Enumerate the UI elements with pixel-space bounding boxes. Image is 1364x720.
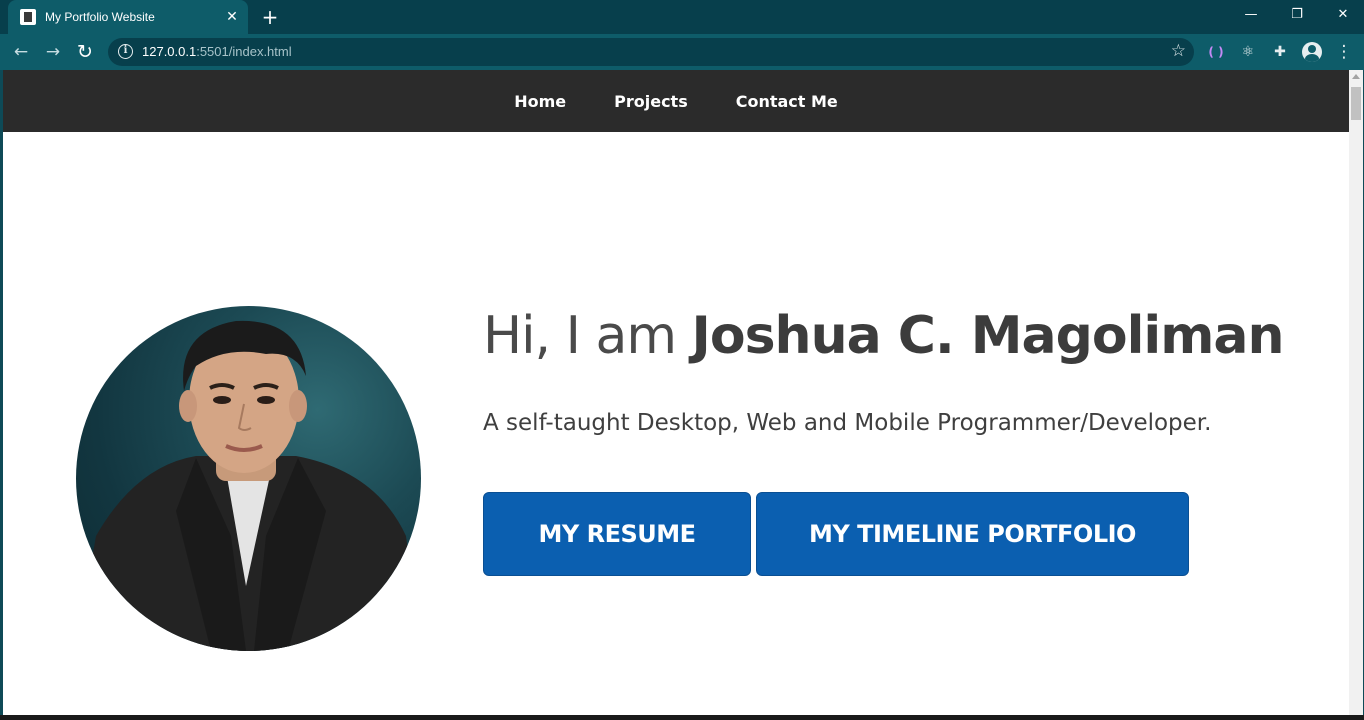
- resume-button[interactable]: MY RESUME: [483, 492, 751, 576]
- forward-icon[interactable]: →: [40, 39, 66, 65]
- browser-tab[interactable]: My Portfolio Website ✕: [8, 0, 248, 34]
- tab-title: My Portfolio Website: [45, 10, 155, 24]
- browser-menu-icon[interactable]: ⋮: [1332, 40, 1356, 64]
- nav-link-home[interactable]: Home: [514, 92, 566, 111]
- profile-photo: [76, 306, 421, 651]
- site-navbar: Home Projects Contact Me: [3, 70, 1349, 132]
- url-text[interactable]: 127.0.0.1:5501/index.html: [142, 44, 292, 59]
- scroll-up-icon[interactable]: [1352, 74, 1360, 79]
- url-host: 127.0.0.1: [142, 44, 197, 59]
- site-info-icon[interactable]: i: [118, 44, 133, 59]
- window-bottom-border: [0, 715, 1364, 720]
- hero-name: Joshua C. Magoliman: [691, 306, 1285, 366]
- nav-link-projects[interactable]: Projects: [614, 92, 688, 111]
- profile-avatar-icon[interactable]: [1302, 42, 1322, 62]
- profile-photo-illustration: [76, 320, 421, 651]
- hero-greeting: Hi, I am: [483, 306, 692, 366]
- hero-title: Hi, I am Joshua C. Magoliman: [483, 306, 1285, 366]
- react-devtools-icon[interactable]: ⚛: [1236, 40, 1260, 64]
- url-path: :5501/index.html: [196, 44, 292, 59]
- bookmark-star-icon[interactable]: ☆: [1171, 41, 1186, 61]
- tab-close-icon[interactable]: ✕: [224, 9, 240, 25]
- browser-toolbar: ← → ↻ i 127.0.0.1:5501/index.html ☆ ( ) …: [0, 34, 1364, 70]
- extensions-puzzle-icon[interactable]: ✚: [1268, 40, 1292, 64]
- nav-link-contact[interactable]: Contact Me: [736, 92, 838, 111]
- hero-tagline: A self-taught Desktop, Web and Mobile Pr…: [483, 410, 1212, 436]
- page-favicon-icon: [20, 9, 36, 25]
- address-bar[interactable]: i 127.0.0.1:5501/index.html ☆: [108, 38, 1194, 66]
- tab-strip: My Portfolio Website ✕ + — ❐ ✕: [0, 0, 1364, 34]
- browser-window: My Portfolio Website ✕ + — ❐ ✕ ← → ↻ i 1…: [0, 0, 1364, 720]
- minimize-icon[interactable]: —: [1228, 0, 1274, 30]
- scrollbar-thumb[interactable]: [1351, 87, 1361, 120]
- close-window-icon[interactable]: ✕: [1320, 0, 1364, 30]
- restore-icon[interactable]: ❐: [1274, 0, 1320, 30]
- back-icon[interactable]: ←: [8, 39, 34, 65]
- timeline-portfolio-button[interactable]: MY TIMELINE PORTFOLIO: [756, 492, 1189, 576]
- page-viewport: Home Projects Contact Me Hi, I am Joshua…: [3, 70, 1349, 715]
- new-tab-button[interactable]: +: [258, 5, 282, 29]
- extension-brackets-icon[interactable]: ( ): [1204, 40, 1228, 64]
- reload-icon[interactable]: ↻: [72, 39, 98, 65]
- page-scrollbar[interactable]: [1349, 70, 1363, 715]
